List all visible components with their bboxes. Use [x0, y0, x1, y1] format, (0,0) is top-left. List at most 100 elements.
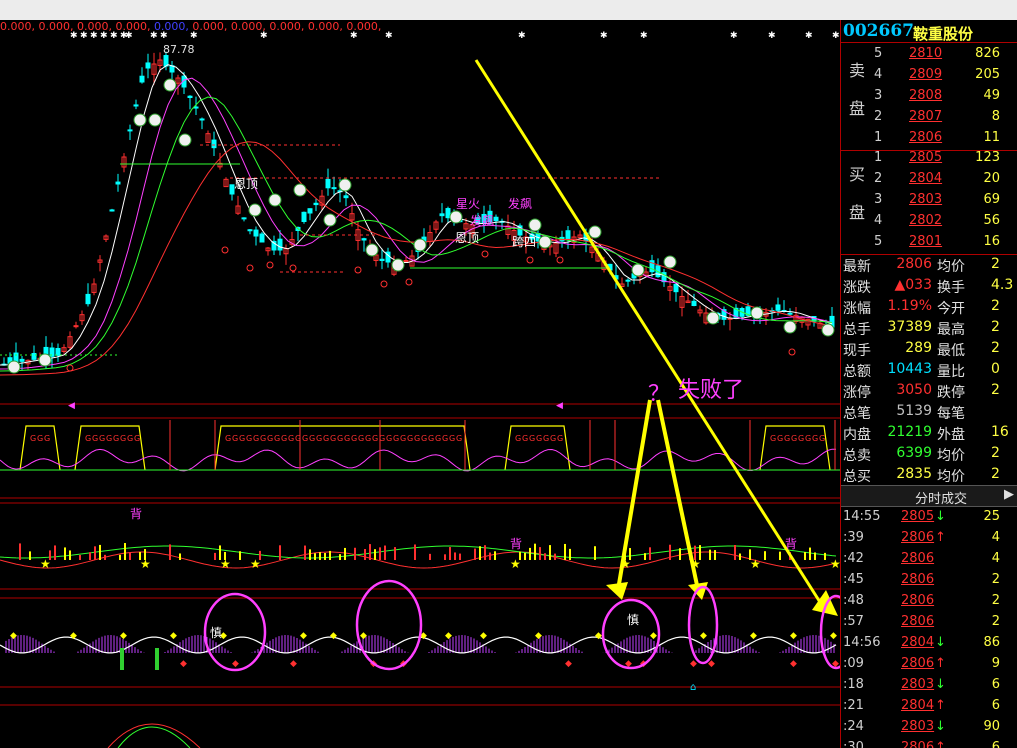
signal-text: G: [232, 434, 238, 443]
signal-text: G: [536, 434, 542, 443]
tick-time: :09: [843, 656, 864, 671]
stat-row: 总卖 6399 均价 2: [841, 443, 1017, 464]
kline-chart-area[interactable]: ✱ ✱ ✱ ✱ ✱ ✱ ✱ ✱ ✱ ✱ ✱ ✱ ✱ ✱ ✱ ✱ ✱ ✱ ✱ ✱ ◀ ◀ GGGGGGGGGGGGGGGGG…: [0, 20, 840, 748]
diamond-marker: ◆: [690, 659, 697, 669]
bid-row: 3 2803 69: [841, 190, 1017, 211]
tick-volume: 86: [983, 635, 1000, 650]
stat-value: 4.3: [991, 277, 1014, 293]
tick-time: :24: [843, 719, 864, 734]
ma-value: 0.000,: [76, 20, 116, 33]
tick-volume: 9: [991, 656, 1000, 671]
diamond-marker: ◆: [10, 631, 17, 641]
candle-body: [403, 260, 409, 262]
candle-body: [277, 238, 283, 251]
signal-text: G: [522, 434, 528, 443]
signal-plateau: [74, 425, 146, 471]
stat-label: 最高: [937, 322, 965, 338]
smiley-icon: [783, 320, 797, 334]
tick-direction: ↑: [935, 698, 946, 713]
tick-volume: 6: [991, 698, 1000, 713]
ask-level: 3: [874, 88, 883, 103]
circle-marker: [481, 250, 489, 258]
stat-label: 总笔: [843, 406, 871, 422]
star-icon: ★: [250, 557, 261, 571]
stock-code: 002667: [843, 21, 914, 41]
candle-body: [307, 208, 313, 214]
signal-text: G: [784, 434, 790, 443]
stat-value: 2: [991, 256, 1000, 272]
bid-volume: 20: [983, 171, 1000, 186]
bid-row: 4 2802 56: [841, 211, 1017, 232]
signal-text: G: [225, 434, 231, 443]
chart-label: 慎: [627, 613, 639, 627]
signal-text: G: [798, 434, 804, 443]
signal-text: G: [106, 434, 112, 443]
stock-header: 002667 鞍重股份: [841, 20, 1017, 43]
signal-text: G: [393, 434, 399, 443]
chart-label: 恩顶: [455, 231, 479, 245]
tick-price: 2804: [901, 635, 935, 650]
tick-row: :42 2806 4: [841, 548, 1017, 569]
tick-volume: 2: [991, 614, 1000, 629]
smiley-icon: [528, 218, 542, 232]
ask-level: 1: [874, 130, 883, 145]
stat-label: 总手: [843, 322, 871, 338]
diamond-marker: ◆: [565, 659, 572, 669]
stat-value: 0: [991, 361, 1000, 377]
signal-text: G: [92, 434, 98, 443]
candle-body: [199, 118, 205, 121]
indicator-panel-2: ★ ★ ★ ★ ★ ★ ★ ★ ★: [0, 543, 840, 571]
candle-body: [445, 208, 451, 219]
ask-level: 5: [874, 46, 883, 61]
candle-body: [493, 216, 499, 222]
candle-body: [145, 62, 151, 69]
candle-body: [787, 312, 793, 315]
star-icon: ★: [40, 557, 51, 571]
candle-body: [313, 202, 319, 206]
stat-value: 2835: [896, 466, 932, 482]
bid-row: 2 2804 20: [841, 169, 1017, 190]
signal-text: G: [113, 434, 119, 443]
signal-text: G: [442, 434, 448, 443]
tick-trades-tab[interactable]: 分时成交 ▶: [841, 485, 1017, 507]
smiley-icon: [7, 360, 21, 374]
bid-level: 3: [874, 192, 883, 207]
signal-text: G: [557, 434, 563, 443]
signal-text: G: [260, 434, 266, 443]
signal-text: G: [407, 434, 413, 443]
stat-label: 现手: [843, 343, 871, 359]
circle-marker: [246, 264, 254, 272]
tick-time: 14:55: [843, 509, 881, 524]
tick-trades-tab-label: 分时成交: [915, 492, 968, 507]
candle-body: [193, 106, 199, 109]
signal-text: G: [529, 434, 535, 443]
ma-value: 0.000,: [0, 20, 39, 33]
tick-price: 2806: [901, 551, 935, 566]
signal-text: G: [246, 434, 252, 443]
ma-line-magenta: [0, 77, 833, 370]
signal-text: G: [515, 434, 521, 443]
stat-value: 10443: [887, 361, 932, 377]
ask-volume: 8: [991, 109, 1000, 124]
candle-body: [691, 300, 697, 306]
window-top-bar: [0, 0, 1017, 20]
ask-price: 2806: [909, 130, 943, 145]
tick-price: 2806: [901, 656, 935, 671]
ask-price: 2810: [909, 46, 943, 61]
ask-level: 4: [874, 67, 883, 82]
stat-label: 均价: [937, 469, 965, 485]
smiley-icon: [148, 113, 162, 127]
stat-value: ▲033: [894, 277, 933, 293]
signal-text: G: [274, 434, 280, 443]
signal-text: G: [281, 434, 287, 443]
circle-marker: [221, 246, 229, 254]
tick-price: 2806: [901, 530, 935, 545]
smiley-icon: [631, 263, 645, 277]
stat-value: 2: [991, 466, 1000, 482]
stat-label: 均价: [937, 259, 965, 275]
tick-row: :30 2806 ↑ 6: [841, 737, 1017, 748]
ask-price: 2807: [909, 109, 943, 124]
smiley-icon: [38, 353, 52, 367]
smiley-icon: [663, 255, 677, 269]
tab-arrow-icon[interactable]: ▶: [1004, 487, 1014, 502]
